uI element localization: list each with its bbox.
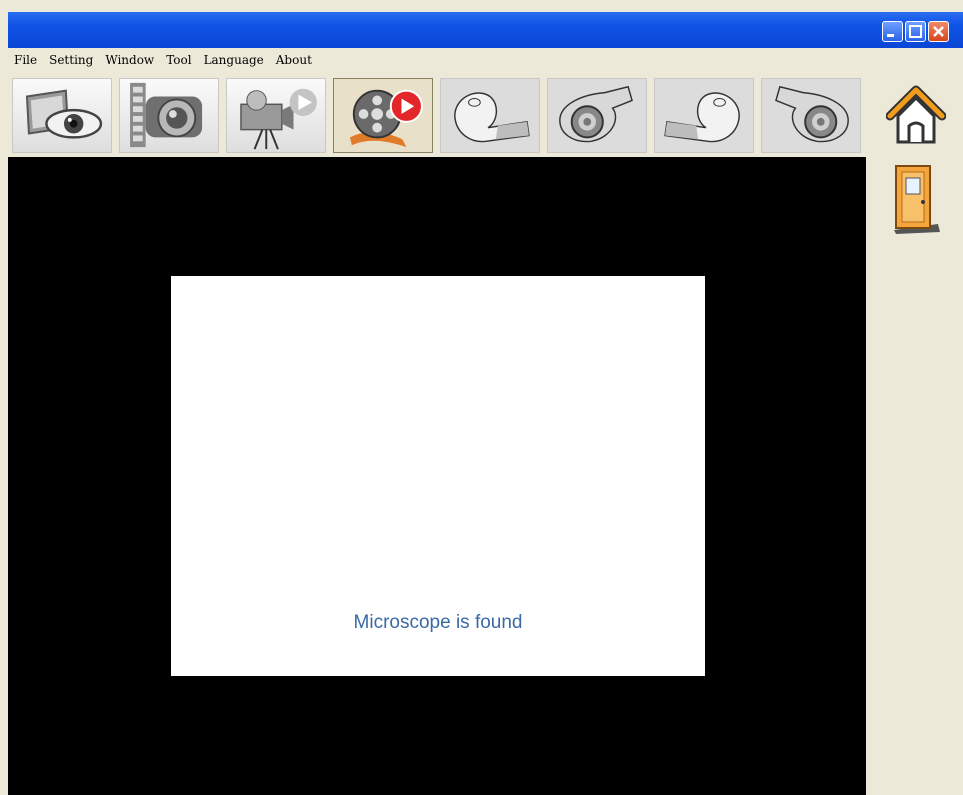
maximize-icon[interactable] [905,21,926,42]
film-reel-record-icon [349,89,423,148]
side-panel [866,74,963,795]
home-icon [885,85,947,144]
exit-door-icon [894,165,940,234]
hand-open-mirrored-icon [664,92,740,143]
menu-language[interactable]: Language [198,53,270,67]
monitor-eye-icon [25,89,103,139]
hand-open-outline-icon [454,92,530,143]
exit-button[interactable] [890,162,942,234]
minimize-icon[interactable] [882,21,903,42]
title-bar [8,12,963,48]
video-camera-icon [240,88,317,150]
menu-file[interactable]: File [8,53,43,67]
menu-tool[interactable]: Tool [160,53,197,67]
home-button[interactable] [885,84,947,148]
video-preview-area: Microscope is found [8,157,866,795]
toolbar [8,74,866,157]
close-icon[interactable] [928,21,949,42]
hand-mode-3-button[interactable] [654,78,754,153]
hand-grip-lens-icon [559,85,633,143]
hand-mode-2-button[interactable] [547,78,647,153]
menu-bar: File Setting Window Tool Language About [8,48,963,72]
menu-about[interactable]: About [270,53,318,67]
menu-window[interactable]: Window [99,53,160,67]
video-capture-button[interactable] [226,78,326,153]
camera-film-icon [130,82,203,148]
preview-button[interactable] [12,78,112,153]
menu-setting[interactable]: Setting [43,53,99,67]
record-button[interactable] [333,78,433,153]
hand-mode-4-button[interactable] [761,78,861,153]
hand-mode-1-button[interactable] [440,78,540,153]
status-message: Microscope is found [353,612,523,633]
snapshot-button[interactable] [119,78,219,153]
hand-grip-lens-mirrored-icon [775,85,849,143]
splash-panel: Microscope is found [171,276,705,676]
